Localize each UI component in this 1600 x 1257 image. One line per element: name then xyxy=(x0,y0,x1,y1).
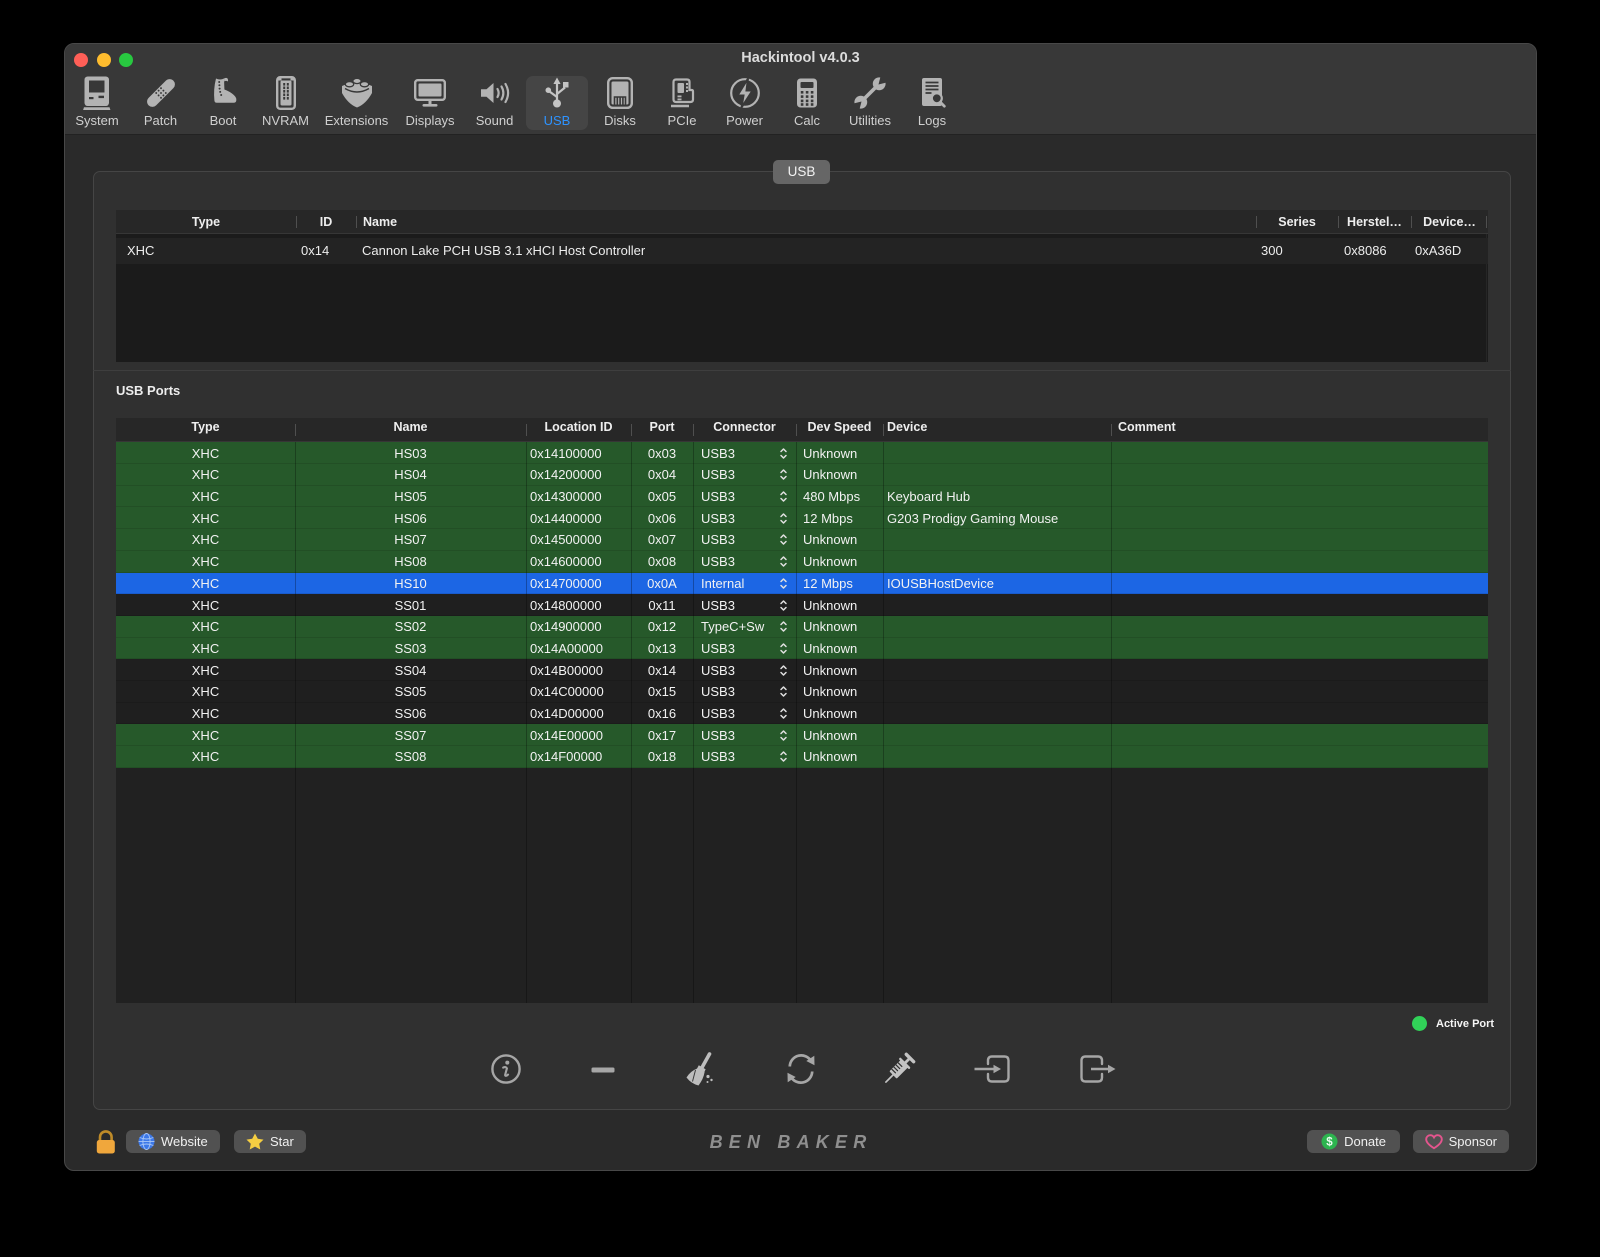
svg-text:$: $ xyxy=(1326,1137,1333,1149)
